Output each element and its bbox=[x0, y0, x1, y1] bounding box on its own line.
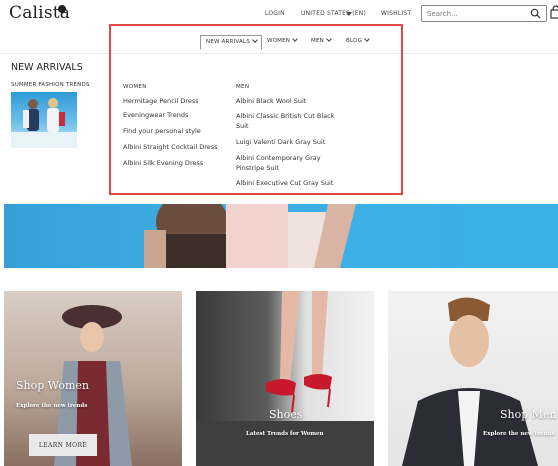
nav-item-label: MEN bbox=[311, 38, 324, 44]
nav-item-label: BLOG bbox=[346, 38, 363, 44]
hero-illustration bbox=[144, 204, 356, 268]
card-title: Shop Women bbox=[16, 379, 89, 392]
summer-trends-image[interactable] bbox=[11, 92, 77, 148]
nav-item-new-arrivals[interactable]: NEW ARRIVALS bbox=[200, 35, 262, 50]
menu-link[interactable]: Find your personal style bbox=[123, 126, 223, 136]
card-title: Shoes bbox=[269, 408, 303, 421]
nav-item-blog[interactable]: BLOG bbox=[346, 36, 370, 44]
card-subtitle: Explore the new trends bbox=[483, 431, 555, 437]
nav-item-women[interactable]: WOMEN bbox=[267, 36, 298, 44]
women-column-heading: WOMEN bbox=[123, 84, 147, 90]
card-shop-men[interactable]: Shop Men Explore the new trends bbox=[388, 291, 558, 466]
chevron-down-icon bbox=[326, 36, 332, 42]
card-subtitle: Explore the new trends bbox=[16, 403, 88, 409]
summer-trends-illustration bbox=[11, 98, 77, 148]
search-input[interactable] bbox=[424, 7, 524, 20]
country-selector[interactable]: UNITED STATES (EN) bbox=[301, 10, 366, 17]
learn-more-button[interactable]: LEARN MORE bbox=[29, 434, 97, 456]
wishlist-link[interactable]: WISHLIST bbox=[381, 10, 411, 17]
hero-banner[interactable] bbox=[4, 204, 558, 268]
logo-mark-icon bbox=[58, 5, 66, 13]
mega-menu-subtitle[interactable]: SUMMER FASHION TRENDS bbox=[11, 82, 90, 88]
caret-down-icon[interactable] bbox=[346, 12, 352, 16]
mega-menu: NEW ARRIVALS SUMMER FASHION TRENDS WOMEN… bbox=[0, 54, 558, 204]
menu-link[interactable]: Albini Straight Cocktail Dress bbox=[123, 142, 233, 152]
nav-item-label: NEW ARRIVALS bbox=[206, 39, 250, 45]
chevron-down-icon bbox=[292, 36, 298, 42]
menu-link[interactable]: Luigi Valenti Dark Gray Suit bbox=[236, 137, 336, 147]
cart-icon[interactable] bbox=[550, 5, 558, 19]
menu-link[interactable]: Albini Executive Cut Gray Suit bbox=[236, 178, 336, 188]
site-header: Calista LOGIN UNITED STATES (EN) WISHLIS… bbox=[0, 0, 558, 28]
nav-item-men[interactable]: MEN bbox=[311, 36, 332, 44]
chevron-down-icon bbox=[252, 37, 258, 43]
nav-item-label: WOMEN bbox=[267, 38, 291, 44]
mega-menu-title: NEW ARRIVALS bbox=[11, 62, 83, 73]
login-link[interactable]: LOGIN bbox=[265, 10, 285, 17]
menu-link[interactable]: Albini Silk Evening Dress bbox=[123, 158, 223, 168]
menu-link[interactable]: Albini Contemporary Gray Pinstripe Suit bbox=[236, 153, 336, 173]
search-icon[interactable] bbox=[530, 8, 541, 19]
menu-link[interactable]: Hermitage Pencil Dress bbox=[123, 96, 223, 106]
chevron-down-icon bbox=[364, 36, 370, 42]
menu-link[interactable]: Albini Black Wool Suit bbox=[236, 96, 336, 106]
search-box[interactable] bbox=[421, 5, 547, 22]
main-nav: NEW ARRIVALS WOMEN MEN BLOG bbox=[0, 28, 558, 54]
menu-link[interactable]: Albini Classic British Cut Black Suit bbox=[236, 111, 336, 131]
menu-link[interactable]: Eveningwear Trends bbox=[123, 110, 223, 120]
card-subtitle: Latest Trends for Women bbox=[246, 431, 324, 437]
men-column-heading: MEN bbox=[236, 84, 250, 90]
shoes-illustration bbox=[196, 291, 374, 466]
card-shop-women[interactable]: Shop Women Explore the new trends LEARN … bbox=[4, 291, 182, 466]
card-shoes[interactable]: Shoes Latest Trends for Women bbox=[196, 291, 374, 466]
men-model-illustration bbox=[402, 297, 538, 466]
card-title: Shop Men bbox=[500, 408, 557, 421]
